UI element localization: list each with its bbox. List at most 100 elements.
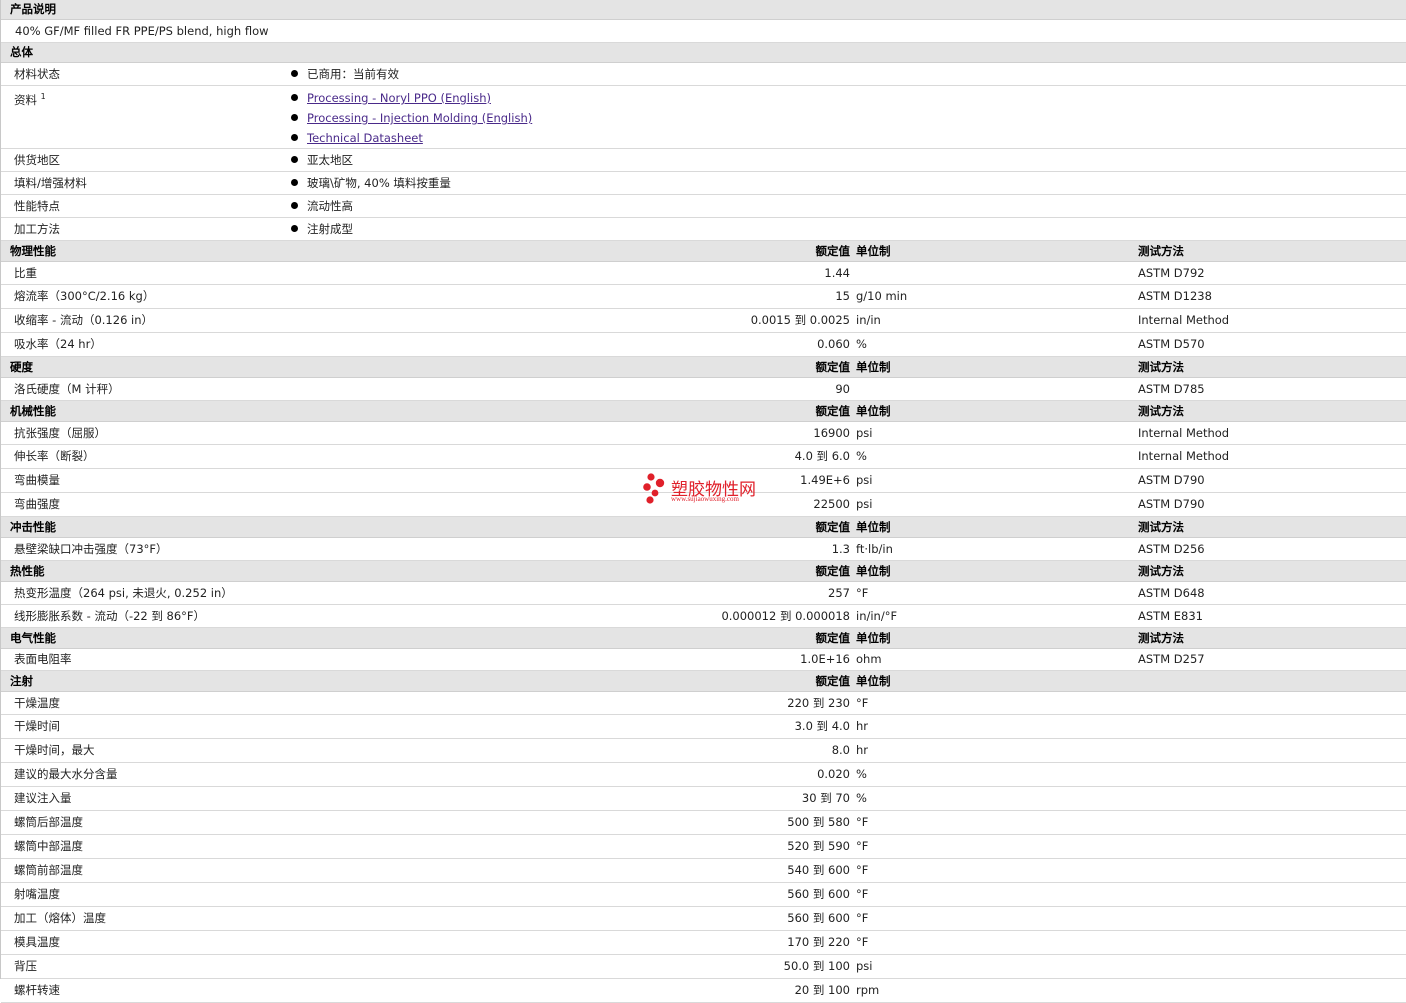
property-unit: °F — [856, 935, 869, 949]
column-header-unit: 单位制 — [856, 244, 891, 258]
bullet-icon — [291, 156, 298, 163]
column-header-test: 测试方法 — [1138, 244, 1184, 258]
doc-link-item[interactable]: Processing - Injection Molding (English) — [291, 111, 532, 125]
property-name: 收缩率 - 流动（0.126 in） — [14, 313, 154, 327]
section-header-electrical: 电气性能 额定值 单位制 测试方法 — [1, 628, 1406, 649]
property-name: 吸水率（24 hr） — [14, 337, 102, 351]
table-row: 悬壁梁缺口冲击强度（73°F） 1.3 ft·lb/in ASTM D256 — [1, 538, 1406, 561]
property-unit: hr — [856, 743, 869, 757]
table-row: 比重 1.44 ASTM D792 — [1, 262, 1406, 285]
property-sections: 物理性能 额定值 单位制 测试方法 比重 1.44 ASTM D792 熔流率（300°C/2… — [1, 241, 1406, 1003]
table-row: 伸长率（断裂） 4.0 到 6.0% Internal Method — [1, 445, 1406, 469]
column-header-value: 额定值 — [815, 404, 851, 418]
column-header-test: 测试方法 — [1138, 564, 1184, 578]
property-value: 220 到 230 — [787, 696, 850, 710]
column-header-value: 额定值 — [815, 631, 851, 645]
column-header-unit: 单位制 — [856, 360, 891, 374]
test-method: Internal Method — [1138, 426, 1230, 440]
column-header-value: 额定值 — [815, 244, 851, 258]
property-value: 0.060 — [817, 337, 850, 351]
property-unit: psi — [856, 497, 873, 511]
bullet-icon — [291, 114, 298, 121]
test-method: Internal Method — [1138, 449, 1230, 463]
table-row: 吸水率（24 hr） 0.060% ASTM D570 — [1, 333, 1406, 357]
general-row-features: 性能特点 流动性高 — [1, 195, 1406, 218]
bullet-icon — [291, 134, 298, 141]
property-unit: g/10 min — [856, 289, 908, 303]
property-unit: °F — [856, 863, 869, 877]
property-name: 建议的最大水分含量 — [14, 767, 118, 781]
test-method: ASTM D785 — [1138, 382, 1205, 396]
property-unit: % — [856, 337, 867, 351]
doc-link-injection-molding[interactable]: Processing - Injection Molding (English) — [307, 111, 532, 125]
property-name: 模具温度 — [14, 935, 60, 949]
column-header-unit: 单位制 — [856, 564, 891, 578]
property-value: 520 到 590 — [787, 839, 850, 853]
description-text: 40% GF/MF filled FR PPE/PS blend, high f… — [15, 24, 269, 38]
property-name: 背压 — [14, 959, 37, 973]
section-title: 产品说明 — [10, 2, 56, 16]
column-header-value: 额定值 — [815, 520, 851, 534]
section-header-impact: 冲击性能 额定值 单位制 测试方法 — [1, 517, 1406, 538]
property-name: 干燥温度 — [14, 696, 60, 710]
section-header-description: 产品说明 — [1, 0, 1406, 20]
property-unit: ohm — [856, 652, 882, 666]
property-name: 螺杆转速 — [14, 983, 60, 997]
property-value: 1.44 — [824, 266, 850, 280]
column-header-unit: 单位制 — [856, 674, 891, 688]
property-name: 建议注入量 — [14, 791, 72, 805]
table-row: 背压 50.0 到 100 psi — [1, 955, 1406, 979]
table-row: 模具温度 170 到 220 °F — [1, 931, 1406, 955]
property-unit: psi — [856, 426, 873, 440]
property-value: 90 — [835, 382, 850, 396]
property-unit: in/in/°F — [856, 609, 898, 623]
test-method: ASTM D792 — [1138, 266, 1205, 280]
section-header-hardness: 硬度 额定值 单位制 测试方法 — [1, 357, 1406, 378]
section-header-mechanical: 机械性能 额定值 单位制 测试方法 — [1, 401, 1406, 422]
property-value: 15 — [835, 289, 850, 303]
region-value: 亚太地区 — [291, 149, 353, 171]
general-row-region: 供货地区 亚太地区 — [1, 149, 1406, 172]
table-row: 熔流率（300°C/2.16 kg） 15 g/10 min ASTM D1238 — [1, 285, 1406, 309]
doc-link-item[interactable]: Technical Datasheet — [291, 131, 423, 145]
test-method: ASTM D790 — [1138, 473, 1205, 487]
property-name: 加工（熔体）温度 — [14, 911, 106, 925]
doc-link-item[interactable]: Processing - Noryl PPO (English) — [291, 91, 491, 105]
bullet-icon — [291, 94, 298, 101]
property-value: 22500 — [813, 497, 850, 511]
property-unit: °F — [856, 839, 869, 853]
doc-link-noryl[interactable]: Processing - Noryl PPO (English) — [307, 91, 491, 105]
table-row: 热变形温度（264 psi, 未退火, 0.252 in） 257 °F ASTM D… — [1, 582, 1406, 605]
property-value: 0.000012 到 0.000018 — [721, 609, 850, 623]
footnote-marker: 1 — [40, 92, 46, 102]
section-title: 硬度 — [10, 360, 33, 374]
column-header-test: 测试方法 — [1138, 631, 1184, 645]
watermark-logo: 塑胶物性网 www.sujiaowuxing.com — [641, 473, 781, 509]
property-unit: °F — [856, 815, 869, 829]
property-name: 螺筒后部温度 — [14, 815, 83, 829]
test-method: ASTM D570 — [1138, 337, 1205, 351]
property-name: 射嘴温度 — [14, 887, 60, 901]
property-name: 弯曲模量 — [14, 473, 60, 487]
column-header-unit: 单位制 — [856, 520, 891, 534]
section-title: 总体 — [10, 45, 33, 59]
property-value: 0.020 — [817, 767, 850, 781]
general-row-filler: 填料/增强材料 玻璃\矿物, 40% 填料按重量 — [1, 172, 1406, 195]
table-row: 表面电阻率 1.0E+16 ohm ASTM D257 — [1, 649, 1406, 671]
filler-value: 玻璃\矿物, 40% 填料按重量 — [291, 172, 451, 194]
property-name: 干燥时间 — [14, 719, 60, 733]
property-name: 性能特点 — [14, 199, 60, 213]
table-row: 干燥时间 3.0 到 4.0 hr — [1, 715, 1406, 739]
column-header-test: 测试方法 — [1138, 404, 1184, 418]
property-value: 50.0 到 100 — [783, 959, 850, 973]
table-row: 建议的最大水分含量 0.020% — [1, 763, 1406, 787]
property-value: 0.0015 到 0.0025 — [750, 313, 850, 327]
property-name: 资料 1 — [14, 92, 46, 107]
test-method: ASTM D257 — [1138, 652, 1205, 666]
general-row-method: 加工方法 注射成型 — [1, 218, 1406, 241]
property-value: 500 到 580 — [787, 815, 850, 829]
doc-link-technical-datasheet[interactable]: Technical Datasheet — [307, 131, 423, 145]
section-title: 热性能 — [10, 564, 45, 578]
section-header-injection: 注射 额定值 单位制 — [1, 671, 1406, 692]
property-unit: % — [856, 767, 867, 781]
